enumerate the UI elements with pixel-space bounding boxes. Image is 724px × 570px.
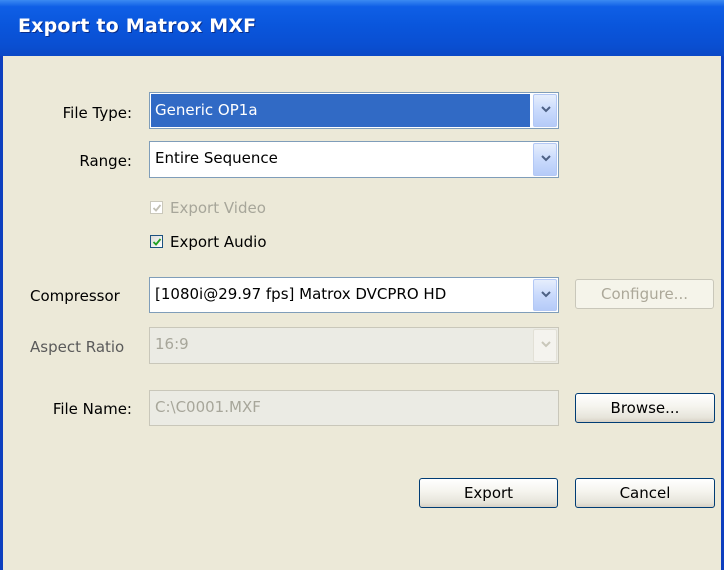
aspect-ratio-label: Aspect Ratio — [30, 338, 125, 356]
range-dropdown[interactable]: Entire Sequence — [149, 141, 559, 178]
browse-button[interactable]: Browse... — [575, 393, 715, 423]
window-title: Export to Matrox MXF — [18, 15, 257, 37]
cancel-button-label: Cancel — [619, 484, 671, 502]
chevron-down-icon — [541, 341, 551, 348]
aspect-ratio-dropdown-button[interactable] — [533, 329, 557, 362]
aspect-ratio-value: 16:9 — [155, 335, 189, 353]
export-video-label: Export Video — [170, 199, 266, 217]
compressor-value: [1080i@29.97 fps] Matrox DVCPRO HD — [155, 285, 447, 303]
checkmark-icon — [152, 204, 162, 212]
range-label: Range: — [79, 152, 132, 170]
export-audio-label: Export Audio — [170, 233, 267, 251]
file-type-dropdown-button[interactable] — [533, 94, 557, 127]
compressor-dropdown-button[interactable] — [533, 279, 557, 311]
file-type-label: File Type: — [62, 104, 132, 122]
file-type-value: Generic OP1a — [151, 94, 530, 127]
compressor-label: Compressor — [30, 287, 120, 305]
chevron-down-icon — [541, 106, 551, 113]
chevron-down-icon — [541, 291, 551, 298]
aspect-ratio-dropdown[interactable]: 16:9 — [149, 327, 559, 364]
file-type-dropdown[interactable]: Generic OP1a — [149, 92, 559, 129]
compressor-dropdown[interactable]: [1080i@29.97 fps] Matrox DVCPRO HD — [149, 277, 559, 313]
checkmark-icon — [152, 238, 162, 246]
export-button[interactable]: Export — [419, 478, 558, 508]
range-value: Entire Sequence — [155, 149, 278, 167]
export-dialog: Export to Matrox MXF File Type: Generic … — [0, 0, 724, 570]
export-button-label: Export — [463, 484, 514, 502]
configure-button[interactable]: Configure... — [575, 279, 714, 309]
configure-button-label: Configure... — [600, 285, 688, 303]
browse-button-label: Browse... — [610, 399, 680, 417]
export-video-checkbox[interactable] — [150, 201, 163, 214]
file-name-label: File Name: — [52, 400, 132, 418]
file-name-field[interactable]: C:\C0001.MXF — [149, 390, 559, 426]
cancel-button[interactable]: Cancel — [575, 478, 715, 508]
file-name-value: C:\C0001.MXF — [155, 398, 261, 416]
export-audio-checkbox[interactable] — [150, 235, 163, 248]
chevron-down-icon — [541, 155, 551, 162]
range-dropdown-button[interactable] — [533, 143, 557, 176]
title-bar[interactable]: Export to Matrox MXF — [0, 0, 724, 56]
